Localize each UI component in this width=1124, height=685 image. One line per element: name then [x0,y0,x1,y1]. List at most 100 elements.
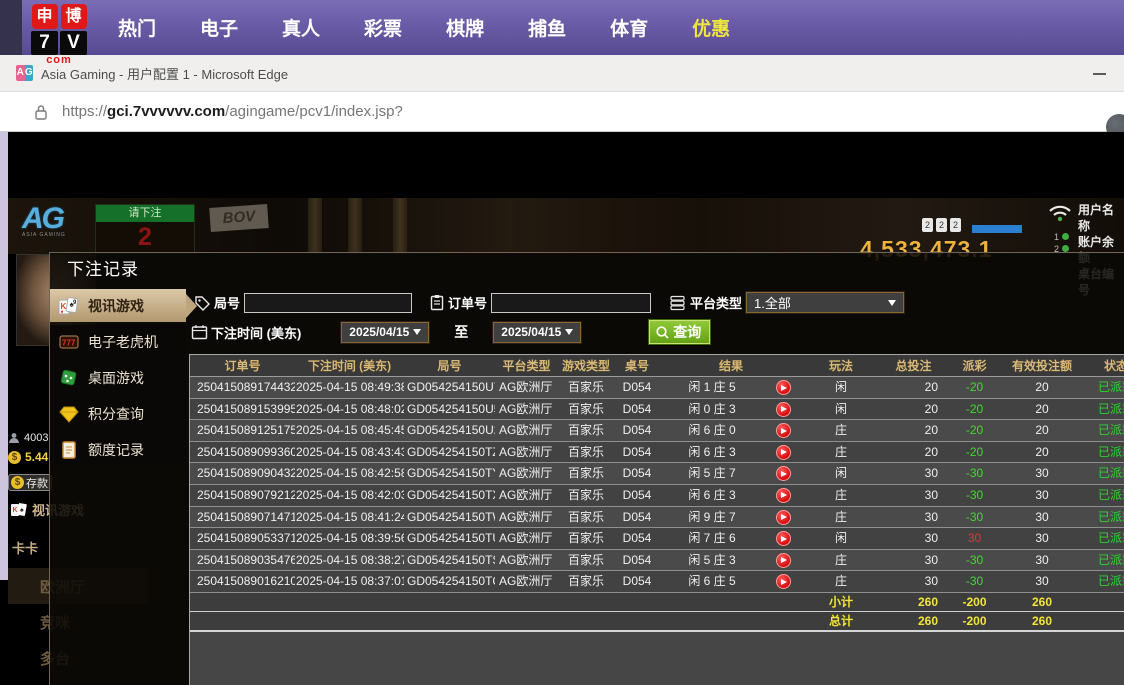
round-number-input[interactable] [244,293,412,313]
sidebar-item-额度记录[interactable]: 额度记录 [50,433,186,466]
window-title: Asia Gaming - 用户配置 1 - Microsoft Edge [41,64,288,83]
site-logo[interactable]: 申 博 7 V com [30,4,88,66]
modal-sidebar: K♦♠9 视讯游戏 777电子老虎机桌面游戏积分查询额度记录 [50,289,186,469]
cell-valid-bet: 20 [1002,442,1082,463]
to-label: 至 [454,322,468,342]
column-header-局号: 局号 [404,355,495,376]
replay-button[interactable] [776,553,791,568]
replay-button[interactable] [776,402,791,417]
cell-payout: 30 [947,528,1002,549]
cell-order-number: 250415089099360 [190,442,295,463]
person-icon [8,432,20,444]
replay-button[interactable] [776,445,791,460]
minimize-button[interactable] [1093,73,1106,75]
nav-item-捕鱼[interactable]: 捕鱼 [528,14,566,41]
date-from-select[interactable]: 2025/04/15 [341,322,429,343]
sidebar-item-电子老虎机[interactable]: 777电子老虎机 [50,325,186,358]
cell-result: 闲 6 庄 5 [660,571,764,592]
nav-item-棋牌[interactable]: 棋牌 [446,14,484,41]
cell-total-bet: 20 [880,377,947,398]
cell-status: 已派彩 [1082,377,1124,398]
cell-valid-bet: 30 [1002,550,1082,571]
deposit-button[interactable]: $ 存款 [8,474,52,491]
cell-status: 已派彩 [1082,442,1124,463]
nav-item-彩票[interactable]: 彩票 [364,14,402,41]
cell-replay [764,485,802,506]
cell-round-number: GD054254150TU [404,528,495,549]
cell-payout: -20 [947,420,1002,441]
user-id-row: 4003 [8,432,48,444]
nav-item-优惠[interactable]: 优惠 [692,14,730,41]
gem-icon [58,404,80,424]
sidebar-item-积分查询[interactable]: 积分查询 [50,397,186,430]
cell-bet-time: 2025-04-15 08:48:02 [295,399,404,420]
cell-bet-time: 2025-04-15 08:42:03 [295,485,404,506]
svg-text:K: K [13,507,18,514]
cell-status: 已派彩 [1082,463,1124,484]
column-header-派彩: 派彩 [947,355,1002,376]
replay-button[interactable] [776,531,791,546]
url-scheme: https:// [62,103,107,120]
cell-total-bet: 30 [880,463,947,484]
replay-button[interactable] [776,510,791,525]
replay-button[interactable] [776,574,791,589]
bet-time-label: 下注时间 (美东) [211,323,301,342]
dollar-icon: $ [11,476,24,489]
cell-payout: -30 [947,571,1002,592]
date-to-select[interactable]: 2025/04/15 [493,322,581,343]
nav-item-真人[interactable]: 真人 [282,14,320,41]
address-text[interactable]: https://gci.7vvvvvv.com/agingame/pcv1/in… [62,103,403,120]
replay-button[interactable] [776,466,791,481]
subtotal-spacer [190,593,802,612]
replay-button[interactable] [776,488,791,503]
cell-platform: AG欧洲厅 [495,550,558,571]
logo-com: com [30,54,88,66]
nav-item-电子[interactable]: 电子 [200,14,238,41]
cell-play-type: 庄 [802,507,880,528]
cell-round-number: GD054254150U7 [404,377,495,398]
cell-valid-bet: 20 [1002,399,1082,420]
cell-platform: AG欧洲厅 [495,571,558,592]
platform-list-icon [669,295,687,311]
replay-button[interactable] [776,423,791,438]
cell-order-number: 250415089125175 [190,420,295,441]
cell-status: 已派彩 [1082,399,1124,420]
nav-item-体育[interactable]: 体育 [610,14,648,41]
cell-platform: AG欧洲厅 [495,463,558,484]
total-label: 总计 [802,612,880,630]
wifi-icon [1046,202,1074,224]
cell-result: 闲 6 庄 3 [660,485,764,506]
sidebar-item-label: 视讯游戏 [88,296,144,316]
replay-button[interactable] [776,380,791,395]
table-row: 2504150890904322025-04-15 08:42:58GD0542… [190,463,1124,485]
cell-valid-bet: 20 [1002,420,1082,441]
cell-result: 闲 6 庄 0 [660,420,764,441]
url-bar[interactable]: https://gci.7vvvvvv.com/agingame/pcv1/in… [0,92,1124,132]
column-header-有效投注额: 有效投注额 [1002,355,1082,376]
sidebar-item-桌面游戏[interactable]: 桌面游戏 [50,361,186,394]
cell-replay [764,550,802,571]
cell-valid-bet: 30 [1002,528,1082,549]
total-row: 总计260-200260 [190,612,1124,632]
cell-game-type: 百家乐 [558,463,614,484]
cell-replay [764,571,802,592]
cell-play-type: 闲 [802,528,880,549]
cell-total-bet: 20 [880,420,947,441]
subtotal-payout: -200 [947,593,1002,612]
cell-order-number: 250415089035476 [190,550,295,571]
nav-item-热门[interactable]: 热门 [118,14,156,41]
sidebar-item-视讯游戏[interactable]: K♦♠9 视讯游戏 [50,289,186,322]
table-row: 2504150891744322025-04-15 08:49:38GD0542… [190,377,1124,399]
cards-icon: K♦♠9 [58,296,80,316]
cell-replay [764,507,802,528]
order-number-input[interactable] [491,293,651,313]
cell-bet-time: 2025-04-15 08:42:58 [295,463,404,484]
cell-total-bet: 30 [880,507,947,528]
cell-result: 闲 5 庄 7 [660,463,764,484]
cell-status: 已派彩 [1082,528,1124,549]
platform-type-select[interactable]: 1.全部 [746,292,904,313]
search-button[interactable]: 查询 [649,320,710,344]
cards-icon: K ♠ [10,502,28,518]
play-icon [781,579,787,585]
live-game-tile[interactable]: 请下注 2 [95,204,195,254]
